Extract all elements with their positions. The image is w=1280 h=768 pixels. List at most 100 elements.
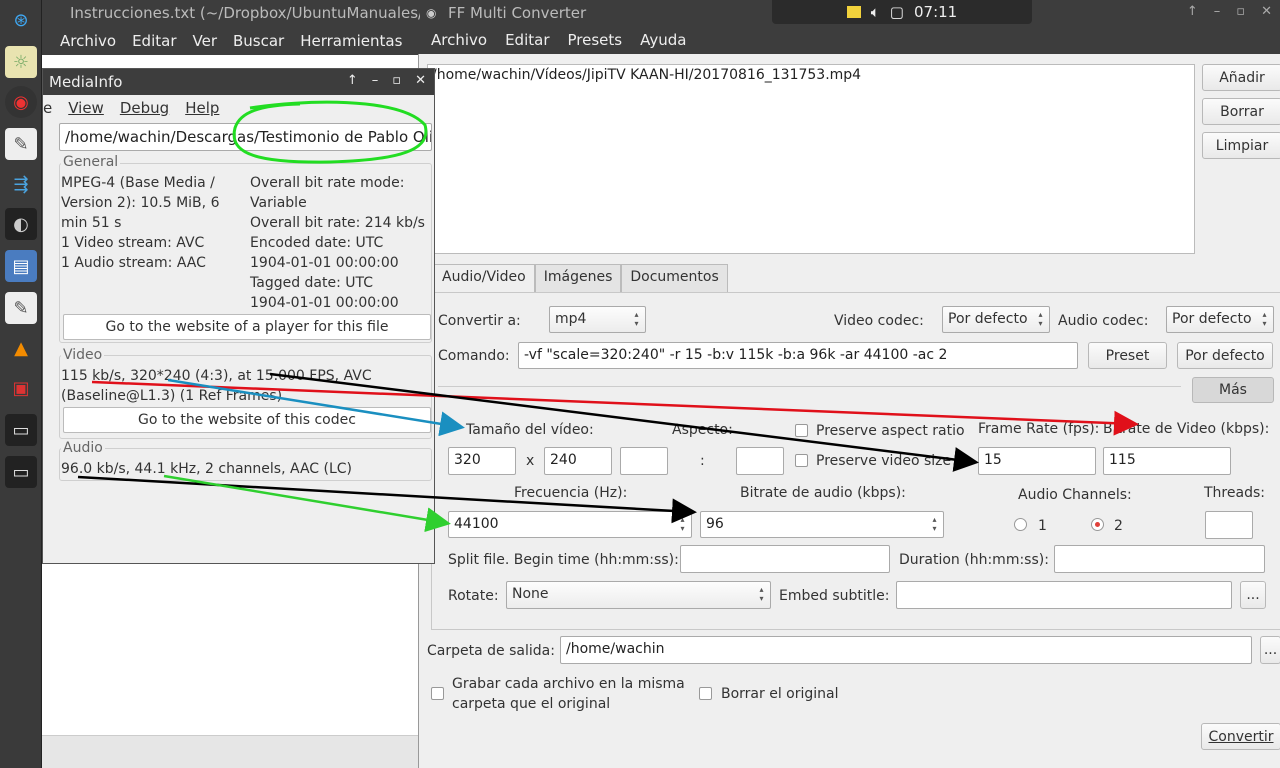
notes-icon[interactable]: ✎ <box>5 292 37 324</box>
converter-icon[interactable]: ⇶ <box>5 168 37 200</box>
player-website-button[interactable]: Go to the website of a player for this f… <box>63 314 431 340</box>
audio-bitrate-spinbox[interactable]: 96 <box>700 511 944 538</box>
save-same-folder-label-1: Grabar cada archivo en la misma <box>452 676 685 692</box>
default-button[interactable]: Por defecto <box>1177 342 1273 369</box>
editor-menu-editar[interactable]: Editar <box>124 28 184 55</box>
preset-button[interactable]: Preset <box>1088 342 1167 369</box>
size-separator: x <box>526 453 535 469</box>
video-codec-label: Video codec: <box>834 313 924 329</box>
editor-menu-buscar[interactable]: Buscar <box>225 28 292 55</box>
file-list[interactable]: /home/wachin/Vídeos/JipiTV KAAN-HI/20170… <box>427 64 1195 254</box>
delete-button[interactable]: Borrar <box>1202 98 1280 125</box>
convert-button[interactable]: Convertir <box>1201 723 1280 750</box>
brightness-icon[interactable]: ☼ <box>5 46 37 78</box>
embed-subtitle-browse-button[interactable]: ... <box>1240 581 1266 609</box>
audio-channels-label: Audio Channels: <box>1018 487 1132 503</box>
convert-to-select[interactable]: mp4 <box>549 306 646 333</box>
mediainfo-maximize-icon[interactable]: ▫ <box>392 73 401 88</box>
info-line: Tagged date: UTC <box>250 275 374 291</box>
launcher: ⊛ ☼ ◉ ✎ ⇶ ◐ ▤ ✎ ▲ ▣ ▭ ▭ <box>0 0 42 768</box>
frequency-spinbox[interactable]: 44100 <box>448 511 692 538</box>
audio-codec-select[interactable]: Por defecto <box>1166 306 1274 333</box>
clear-button[interactable]: Limpiar <box>1202 132 1280 159</box>
mediainfo-file-selector[interactable]: /home/wachin/Descargas/Testimonio de Pab… <box>59 123 432 151</box>
output-folder-input[interactable]: /home/wachin <box>560 636 1252 664</box>
ff-menubar: Archivo Editar Presets Ayuda <box>418 28 1280 54</box>
mediainfo-menubar: e View Debug Help <box>43 95 434 121</box>
terminal-icon[interactable]: ▭ <box>5 414 37 446</box>
restore-icon[interactable]: ▫ <box>1236 4 1245 19</box>
window-controls: ↑ – ▫ ✕ <box>1187 4 1272 19</box>
output-folder-browse-button[interactable]: ... <box>1260 636 1280 664</box>
mediainfo-menu-help[interactable]: Help <box>177 95 227 121</box>
separator <box>438 386 1181 387</box>
ff-menu-archivo[interactable]: Archivo <box>422 28 496 54</box>
ubuntu-dash-icon[interactable]: ⊛ <box>5 4 37 36</box>
duration-input[interactable] <box>1054 545 1265 573</box>
height-input[interactable]: 240 <box>544 447 612 475</box>
mediainfo-up-icon[interactable]: ↑ <box>347 73 358 88</box>
audio-codec-label: Audio codec: <box>1058 313 1149 329</box>
battery-icon[interactable] <box>846 6 861 18</box>
split-label: Split file. Begin time (hh:mm:ss): <box>448 552 679 568</box>
duration-label: Duration (hh:mm:ss): <box>899 552 1049 568</box>
codec-website-button[interactable]: Go to the website of this codec <box>63 407 431 433</box>
video-codec-select[interactable]: Por defecto <box>942 306 1050 333</box>
ff-window-title: FF Multi Converter <box>448 4 587 22</box>
ff-app-icon: ◉ <box>426 6 437 20</box>
channel-2-label: 2 <box>1114 518 1123 534</box>
audio-info: 96.0 kb/s, 44.1 kHz, 2 channels, AAC (LC… <box>61 461 353 477</box>
ff-menu-ayuda[interactable]: Ayuda <box>631 28 695 54</box>
video-size-label: Tamaño del vídeo: <box>466 422 594 438</box>
tab-imagenes[interactable]: Imágenes <box>534 264 622 293</box>
recorder-icon[interactable]: ◉ <box>5 86 37 118</box>
delete-original-label: Borrar el original <box>721 686 839 702</box>
volume-icon[interactable]: 🔈︎ <box>871 3 880 21</box>
command-input[interactable]: -vf "scale=320:240" -r 15 -b:v 115k -b:a… <box>518 342 1078 369</box>
aspect-h-input[interactable] <box>736 447 784 475</box>
maximize-up-icon[interactable]: ↑ <box>1187 4 1198 19</box>
mediainfo-icon[interactable]: ◐ <box>5 208 37 240</box>
threads-input[interactable] <box>1205 511 1253 539</box>
preserve-aspect-checkbox[interactable] <box>795 424 808 437</box>
tab-audio-video[interactable]: Audio/Video <box>433 264 535 293</box>
ff-menu-editar[interactable]: Editar <box>496 28 558 54</box>
mediainfo-menu-view[interactable]: View <box>60 95 112 121</box>
save-same-folder-checkbox[interactable] <box>431 687 444 700</box>
editor-menu-archivo[interactable]: Archivo <box>52 28 124 55</box>
terminal-2-icon[interactable]: ▭ <box>5 456 37 488</box>
vlc-icon[interactable]: ▲ <box>5 332 37 364</box>
video-bitrate-input[interactable]: 115 <box>1103 447 1231 475</box>
mediainfo-minimize-icon[interactable]: – <box>372 73 379 88</box>
mediainfo-menu-debug[interactable]: Debug <box>112 95 177 121</box>
more-button[interactable]: Más <box>1192 377 1274 403</box>
file-list-item[interactable]: /home/wachin/Vídeos/JipiTV KAAN-HI/20170… <box>432 67 861 83</box>
tab-documentos[interactable]: Documentos <box>621 264 728 293</box>
minimize-icon[interactable]: – <box>1214 4 1221 19</box>
frame-rate-input[interactable]: 15 <box>978 447 1096 475</box>
rotate-select[interactable]: None <box>506 581 771 609</box>
info-line: Overall bit rate mode: <box>250 175 405 191</box>
embed-subtitle-input[interactable] <box>896 581 1232 609</box>
close-icon[interactable]: ✕ <box>1261 4 1272 19</box>
mediainfo-menu-file[interactable]: e <box>43 95 60 121</box>
info-line: MPEG-4 (Base Media / <box>61 175 215 191</box>
file-cabinet-icon[interactable]: ▤ <box>5 250 37 282</box>
channel-2-radio[interactable] <box>1091 518 1104 531</box>
aspect-w-input[interactable] <box>620 447 668 475</box>
editor-menu-ver[interactable]: Ver <box>185 28 226 55</box>
split-begin-input[interactable] <box>680 545 890 573</box>
package-icon[interactable]: ▣ <box>5 372 37 404</box>
add-button[interactable]: Añadir <box>1202 64 1280 91</box>
mediainfo-titlebar: MediaInfo ↑ – ▫ ✕ <box>43 69 434 95</box>
channel-1-radio[interactable] <box>1014 518 1027 531</box>
mediainfo-close-icon[interactable]: ✕ <box>415 73 426 88</box>
width-input[interactable]: 320 <box>448 447 516 475</box>
text-editor-icon[interactable]: ✎ <box>5 128 37 160</box>
display-icon[interactable]: ▢ <box>890 3 904 21</box>
clock[interactable]: 07:11 <box>914 3 957 21</box>
delete-original-checkbox[interactable] <box>699 687 712 700</box>
preserve-size-checkbox[interactable] <box>795 454 808 467</box>
editor-menu-herramientas[interactable]: Herramientas <box>292 28 410 55</box>
ff-menu-presets[interactable]: Presets <box>559 28 632 54</box>
